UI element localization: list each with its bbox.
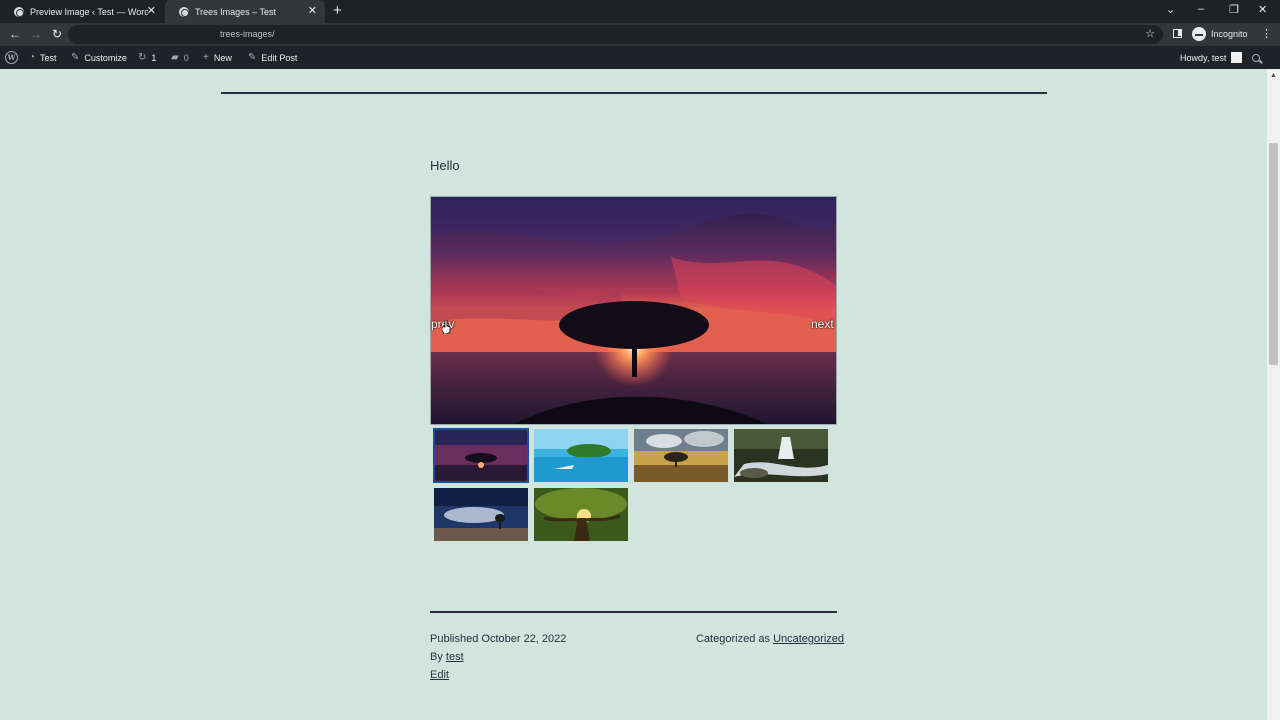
window-close-icon[interactable]: ✕ [1258,3,1267,16]
new-label: New [213,52,232,63]
updates-icon: ↻ [138,52,147,63]
forward-icon[interactable]: → [30,27,42,41]
wordpress-logo-icon: W [5,51,18,64]
site-name-menu[interactable]: ◔ Test [29,46,57,69]
close-tab-icon[interactable]: ✕ [308,5,317,17]
edit-post-link[interactable]: ✎ Edit Post [248,46,297,69]
gallery-thumbnail-sunset-tree[interactable] [433,428,529,483]
tab-search-chevron-icon[interactable]: ⌄ [1166,3,1175,16]
published-date: October 22, 2022 [481,633,567,645]
wp-logo-menu[interactable]: W [5,46,18,69]
gallery-thumbnail-waterfall[interactable] [734,429,828,482]
globe-icon [179,6,189,17]
gallery-thumbnail-green-tree[interactable] [534,488,628,541]
comments-link[interactable]: ▰ 0 [171,46,189,69]
site-name-label: Test [40,52,57,63]
author-link[interactable]: test [446,651,464,663]
edit-post-label: Edit Post [261,52,298,63]
minimize-icon[interactable]: – [1198,3,1204,15]
address-bar[interactable]: trees-images/ ☆ [68,25,1163,44]
back-icon[interactable]: ← [9,27,21,41]
incognito-icon[interactable] [1192,27,1206,41]
side-panel-icon[interactable] [1173,29,1182,38]
gallery-thumbnail-blue-sky-tree[interactable] [434,488,528,541]
page-scrollbar-thumb[interactable] [1269,143,1278,365]
pencil-icon: ✎ [248,52,257,63]
dashboard-icon: ◔ [29,52,36,63]
published-prefix: Published [430,633,479,645]
close-tab-icon[interactable]: ✕ [147,5,156,17]
mouse-pointer-icon [442,320,451,334]
new-content-menu[interactable]: + New [203,46,232,69]
categorized-prefix: Categorized as [696,633,770,645]
browser-tab-trees-images[interactable]: Trees Images – Test ✕ [165,0,325,23]
category-link[interactable]: Uncategorized [773,633,844,645]
wp-admin-bar: W ◔ Test ✎ Customize ↻ 1 ▰ 0 + New ✎ Edi… [0,46,1280,69]
updates-count: 1 [151,52,157,63]
customize-link[interactable]: ✎ Customize [71,46,127,69]
gallery-thumbnail-field-tree[interactable] [634,429,728,482]
globe-icon [14,6,24,17]
post-intro-text: Hello [430,158,460,173]
plus-icon: + [203,52,209,63]
avatar [1231,52,1243,63]
customize-label: Customize [84,52,127,63]
scroll-up-arrow-icon[interactable]: ▲ [1270,72,1277,79]
by-prefix: By [430,651,443,663]
header-separator [221,92,1047,94]
footer-separator [430,611,837,613]
brush-icon: ✎ [71,52,80,63]
url-text: trees-images/ [220,29,275,39]
browser-menu-icon[interactable]: ⋮ [1261,27,1272,40]
browser-tab-strip: Preview Image ‹ Test — WordPress ✕ Trees… [0,0,1280,23]
tab-title: Trees Images – Test [195,6,277,17]
browser-tab-preview-image[interactable]: Preview Image ‹ Test — WordPress ✕ [0,0,164,23]
admin-search[interactable] [1252,46,1260,69]
categorized-as: Categorized as Uncategorized [696,633,844,645]
edit-link-wrap: Edit [430,669,449,681]
bookmark-star-icon[interactable]: ☆ [1145,27,1155,40]
account-menu[interactable]: Howdy, test [1180,46,1243,69]
browser-toolbar: ← → ↻ trees-images/ ☆ Incognito ⋮ [0,23,1280,46]
posted-on: Published October 22, 2022 [430,633,566,645]
gallery-thumbnail-tropical-island[interactable] [534,429,628,482]
comment-bubble-icon: ▰ [171,52,179,63]
edit-post-link-footer[interactable]: Edit [430,669,449,681]
byline: By test [430,651,464,663]
tab-title: Preview Image ‹ Test — WordPress [30,6,148,17]
reload-icon[interactable]: ↻ [52,27,62,41]
howdy-label: Howdy, test [1180,52,1227,63]
restore-icon[interactable]: ❐ [1229,3,1239,16]
comments-count: 0 [183,52,189,63]
gallery-next-button[interactable]: next [811,317,834,331]
gallery-main-image[interactable] [430,196,837,425]
new-tab-icon[interactable]: + [333,3,342,18]
updates-link[interactable]: ↻ 1 [138,46,156,69]
search-icon [1252,53,1260,62]
incognito-label: Incognito [1211,29,1248,39]
